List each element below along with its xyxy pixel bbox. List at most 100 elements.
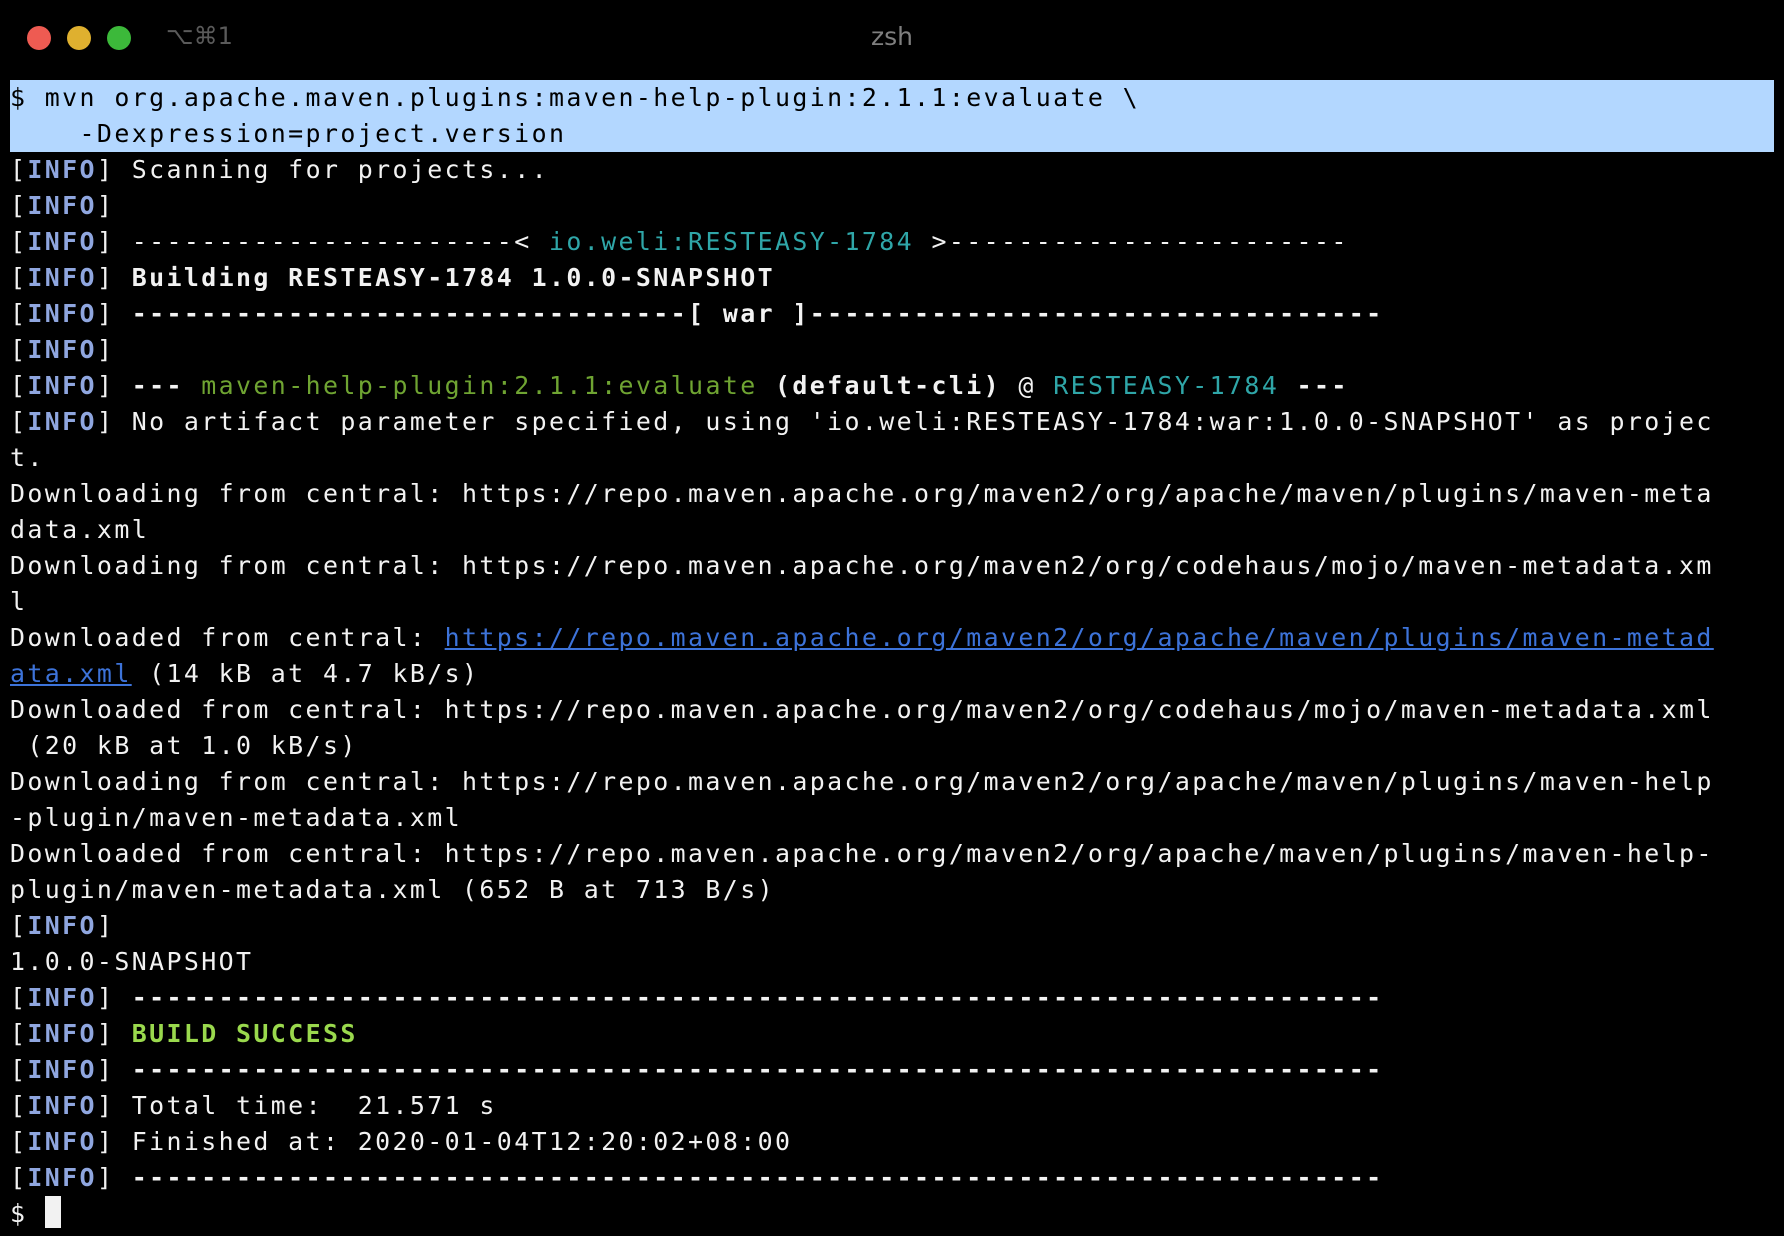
log-line: [INFO] [10, 908, 1774, 944]
log-text: --- [1279, 371, 1349, 400]
info-bracket-open: [ [10, 1163, 28, 1192]
window-title: zsh [871, 22, 913, 51]
plugin-execution-id: (default-cli) [757, 371, 1002, 400]
info-bracket-open: [ [10, 911, 28, 940]
info-bracket-open: [ [10, 407, 28, 436]
log-text: Scanning for projects... [114, 155, 549, 184]
log-text: No artifact parameter specified, using '… [114, 407, 1714, 436]
log-line: [INFO] [10, 332, 1774, 368]
url-link[interactable]: ata.xml [10, 659, 132, 688]
version-output: 1.0.0-SNAPSHOT [10, 947, 254, 976]
log-line: [INFO] --- maven-help-plugin:2.1.1:evalu… [10, 368, 1774, 404]
download-line: Downloading from central: https://repo.m… [10, 767, 1714, 796]
info-bracket-close: ] [96, 1163, 115, 1192]
info-tag: INFO [27, 155, 97, 184]
command-line-1[interactable]: $ mvn org.apache.maven.plugins:maven-hel… [10, 80, 1774, 116]
download-line: Downloading from central: https://repo.m… [10, 551, 1714, 580]
log-text: (14 kB at 4.7 kB/s) [131, 659, 480, 688]
downloaded-line: Downloaded from central: https://repo.ma… [10, 695, 1714, 724]
download-line-wrap: l [10, 587, 28, 616]
downloaded-line-wrap: ata.xml (14 kB at 4.7 kB/s) [10, 656, 1774, 692]
info-tag: INFO [27, 911, 97, 940]
info-bracket-open: [ [10, 1127, 28, 1156]
info-bracket-open: [ [10, 227, 28, 256]
log-line: [INFO] Building RESTEASY-1784 1.0.0-SNAP… [10, 260, 1774, 296]
log-text: --- [114, 371, 202, 400]
log-line: [INFO] ---------------------------------… [10, 1052, 1774, 1088]
log-text: @ [1001, 371, 1054, 400]
finished-at: Finished at: 2020-01-04T12:20:02+08:00 [114, 1127, 793, 1156]
terminal-output[interactable]: $ mvn org.apache.maven.plugins:maven-hel… [10, 80, 1774, 1232]
info-bracket-close: ] [96, 263, 115, 292]
info-tag: INFO [27, 983, 97, 1012]
info-bracket-close: ] [96, 983, 115, 1012]
info-bracket-open: [ [10, 263, 28, 292]
log-line: [INFO] No artifact parameter specified, … [10, 404, 1774, 440]
info-bracket-open: [ [10, 191, 28, 220]
url-link[interactable]: https://repo.maven.apache.org/maven2/org… [445, 623, 1714, 652]
info-tag: INFO [27, 1055, 97, 1084]
prompt-symbol: $ [10, 1199, 45, 1228]
build-status: BUILD SUCCESS [131, 1019, 358, 1048]
terminal-window: ⌥⌘1 zsh $ mvn org.apache.maven.plugins:m… [0, 0, 1784, 1236]
info-bracket-close: ] [96, 227, 115, 256]
text-cursor [44, 1196, 61, 1228]
info-tag: INFO [27, 371, 97, 400]
command-text: mvn org.apache.maven.plugins:maven-help-… [27, 83, 1141, 112]
log-text: >----------------------- [914, 227, 1349, 256]
log-line: [INFO] ---------------------------------… [10, 1160, 1774, 1196]
download-line: Downloading from central: https://repo.m… [10, 479, 1714, 508]
info-bracket-open: [ [10, 299, 28, 328]
info-bracket-close: ] [96, 1127, 115, 1156]
info-tag: INFO [27, 1127, 97, 1156]
info-tag: INFO [27, 1091, 97, 1120]
plugin-name: maven-help-plugin:2.1.1:evaluate [201, 371, 758, 400]
separator: ----------------------------------------… [114, 1163, 1384, 1192]
log-line: [INFO] ----------------------< io.weli:R… [10, 224, 1774, 260]
info-tag: INFO [27, 407, 97, 436]
info-tag: INFO [27, 227, 97, 256]
info-bracket-open: [ [10, 1055, 28, 1084]
info-tag: INFO [27, 191, 97, 220]
log-line: [INFO] Total time: 21.571 s [10, 1088, 1774, 1124]
info-tag: INFO [27, 1019, 97, 1048]
prompt-line[interactable]: $ [10, 1196, 1774, 1232]
info-bracket-close: ] [96, 335, 115, 364]
log-text: ----------------------< [114, 227, 549, 256]
separator: ----------------------------------------… [114, 983, 1384, 1012]
download-line-wrap: data.xml [10, 515, 150, 544]
info-bracket-open: [ [10, 335, 28, 364]
downloaded-line: Downloaded from central: https://repo.ma… [10, 839, 1714, 868]
info-bracket-close: ] [96, 911, 115, 940]
command-line-2[interactable]: -Dexpression=project.version [10, 116, 1774, 152]
log-line: [INFO] [10, 188, 1774, 224]
info-tag: INFO [27, 1163, 97, 1192]
log-line-wrap: t. [10, 443, 45, 472]
log-line: [INFO] BUILD SUCCESS [10, 1016, 1774, 1052]
log-line: [INFO] --------------------------------[… [10, 296, 1774, 332]
total-time: Total time: 21.571 s [114, 1091, 497, 1120]
log-text: Building RESTEASY-1784 1.0.0-SNAPSHOT [114, 263, 775, 292]
info-tag: INFO [27, 335, 97, 364]
command-continuation: -Dexpression=project.version [10, 119, 567, 148]
info-bracket-close: ] [96, 191, 115, 220]
log-text: --------------------------------[ war ]-… [114, 299, 1384, 328]
info-tag: INFO [27, 299, 97, 328]
log-line: [INFO] Scanning for projects... [10, 152, 1774, 188]
info-bracket-open: [ [10, 371, 28, 400]
downloaded-line-wrap: (20 kB at 1.0 kB/s) [10, 731, 358, 760]
project-name: RESTEASY-1784 [1053, 371, 1280, 400]
info-bracket-close: ] [96, 407, 115, 436]
title-bar: ⌥⌘1 zsh [0, 0, 1784, 76]
downloaded-line-wrap: plugin/maven-metadata.xml (652 B at 713 … [10, 875, 775, 904]
info-bracket-open: [ [10, 983, 28, 1012]
info-bracket-close: ] [96, 371, 115, 400]
download-line-wrap: -plugin/maven-metadata.xml [10, 803, 463, 832]
log-line: [INFO] ---------------------------------… [10, 980, 1774, 1016]
log-text: Downloaded from central: [10, 623, 445, 652]
info-bracket-close: ] [96, 155, 115, 184]
artifact-id: io.weli:RESTEASY-1784 [548, 227, 915, 256]
info-tag: INFO [27, 263, 97, 292]
info-bracket-open: [ [10, 155, 28, 184]
info-bracket-close: ] [96, 1091, 115, 1120]
